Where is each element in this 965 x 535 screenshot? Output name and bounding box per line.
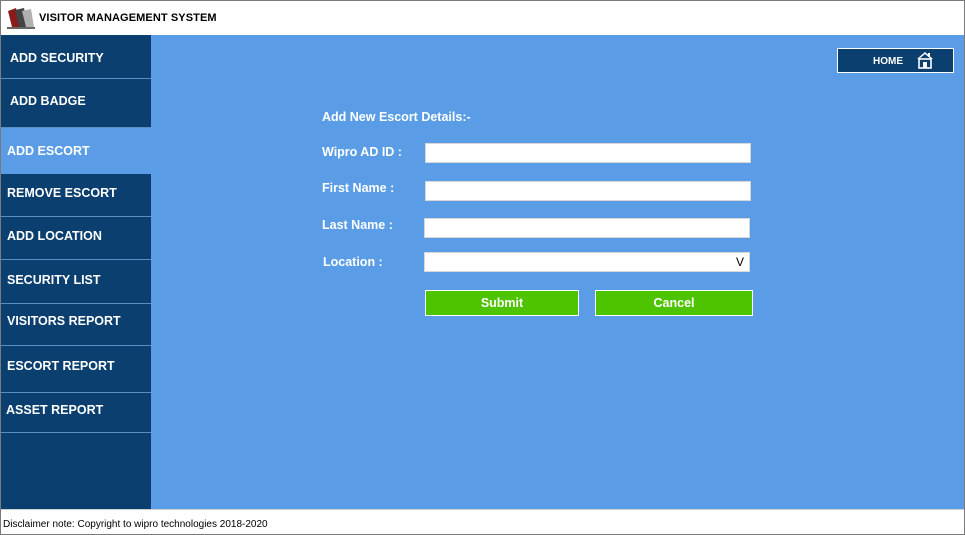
sidebar-item-label: VISITORS REPORT [7,314,121,328]
chevron-down-icon: V [735,255,744,269]
last-name-label: Last Name : [322,218,393,232]
cancel-button[interactable]: Cancel [595,290,753,316]
sidebar-item-visitors-report[interactable]: VISITORS REPORT [1,304,151,346]
sidebar-item-label: ESCORT REPORT [7,359,115,373]
home-button[interactable]: HOME [837,48,954,73]
sidebar-item-remove-escort[interactable]: REMOVE ESCORT [1,174,151,217]
disclaimer-note: Disclaimer note: Copyright to wipro tech… [3,519,268,530]
submit-button[interactable]: Submit [425,290,579,316]
location-label: Location : [323,255,383,269]
app-title: VISITOR MANAGEMENT SYSTEM [39,12,217,24]
sidebar-item-asset-report[interactable]: ASSET REPORT [1,393,151,433]
main-content: HOME Add New Escort Details:- Wipro AD I… [151,35,964,509]
sidebar-item-label: ADD SECURITY [10,51,104,65]
sidebar-item-label: ADD LOCATION [7,229,102,243]
location-select[interactable]: V [424,252,750,272]
sidebar-item-label: ASSET REPORT [6,403,104,417]
home-button-label: HOME [873,56,903,67]
app-window: VISITOR MANAGEMENT SYSTEM ADD SECURITY A… [0,0,965,535]
sidebar-nav: ADD SECURITY ADD BADGE ADD ESCORT REMOVE… [1,35,151,509]
sidebar-item-add-location[interactable]: ADD LOCATION [1,217,151,260]
app-logo-icon [7,8,35,29]
sidebar-item-security-list[interactable]: SECURITY LIST [1,260,151,304]
sidebar-item-add-security[interactable]: ADD SECURITY [1,35,151,79]
sidebar-item-label: REMOVE ESCORT [7,186,117,200]
ad-id-label: Wipro AD ID : [322,145,402,159]
footer: Disclaimer note: Copyright to wipro tech… [1,509,964,534]
form-title: Add New Escort Details:- [322,110,471,124]
first-name-label: First Name : [322,181,395,195]
sidebar-item-add-badge[interactable]: ADD BADGE [1,79,151,128]
sidebar-item-label: ADD ESCORT [7,144,90,158]
sidebar-item-label: SECURITY LIST [7,273,101,287]
home-icon [917,52,933,69]
sidebar-item-label: ADD BADGE [10,94,86,108]
last-name-input[interactable] [424,218,750,238]
ad-id-input[interactable] [425,143,751,163]
first-name-input[interactable] [425,181,751,201]
sidebar-item-escort-report[interactable]: ESCORT REPORT [1,346,151,393]
title-bar: VISITOR MANAGEMENT SYSTEM [1,1,964,35]
sidebar-item-add-escort[interactable]: ADD ESCORT [1,128,151,174]
